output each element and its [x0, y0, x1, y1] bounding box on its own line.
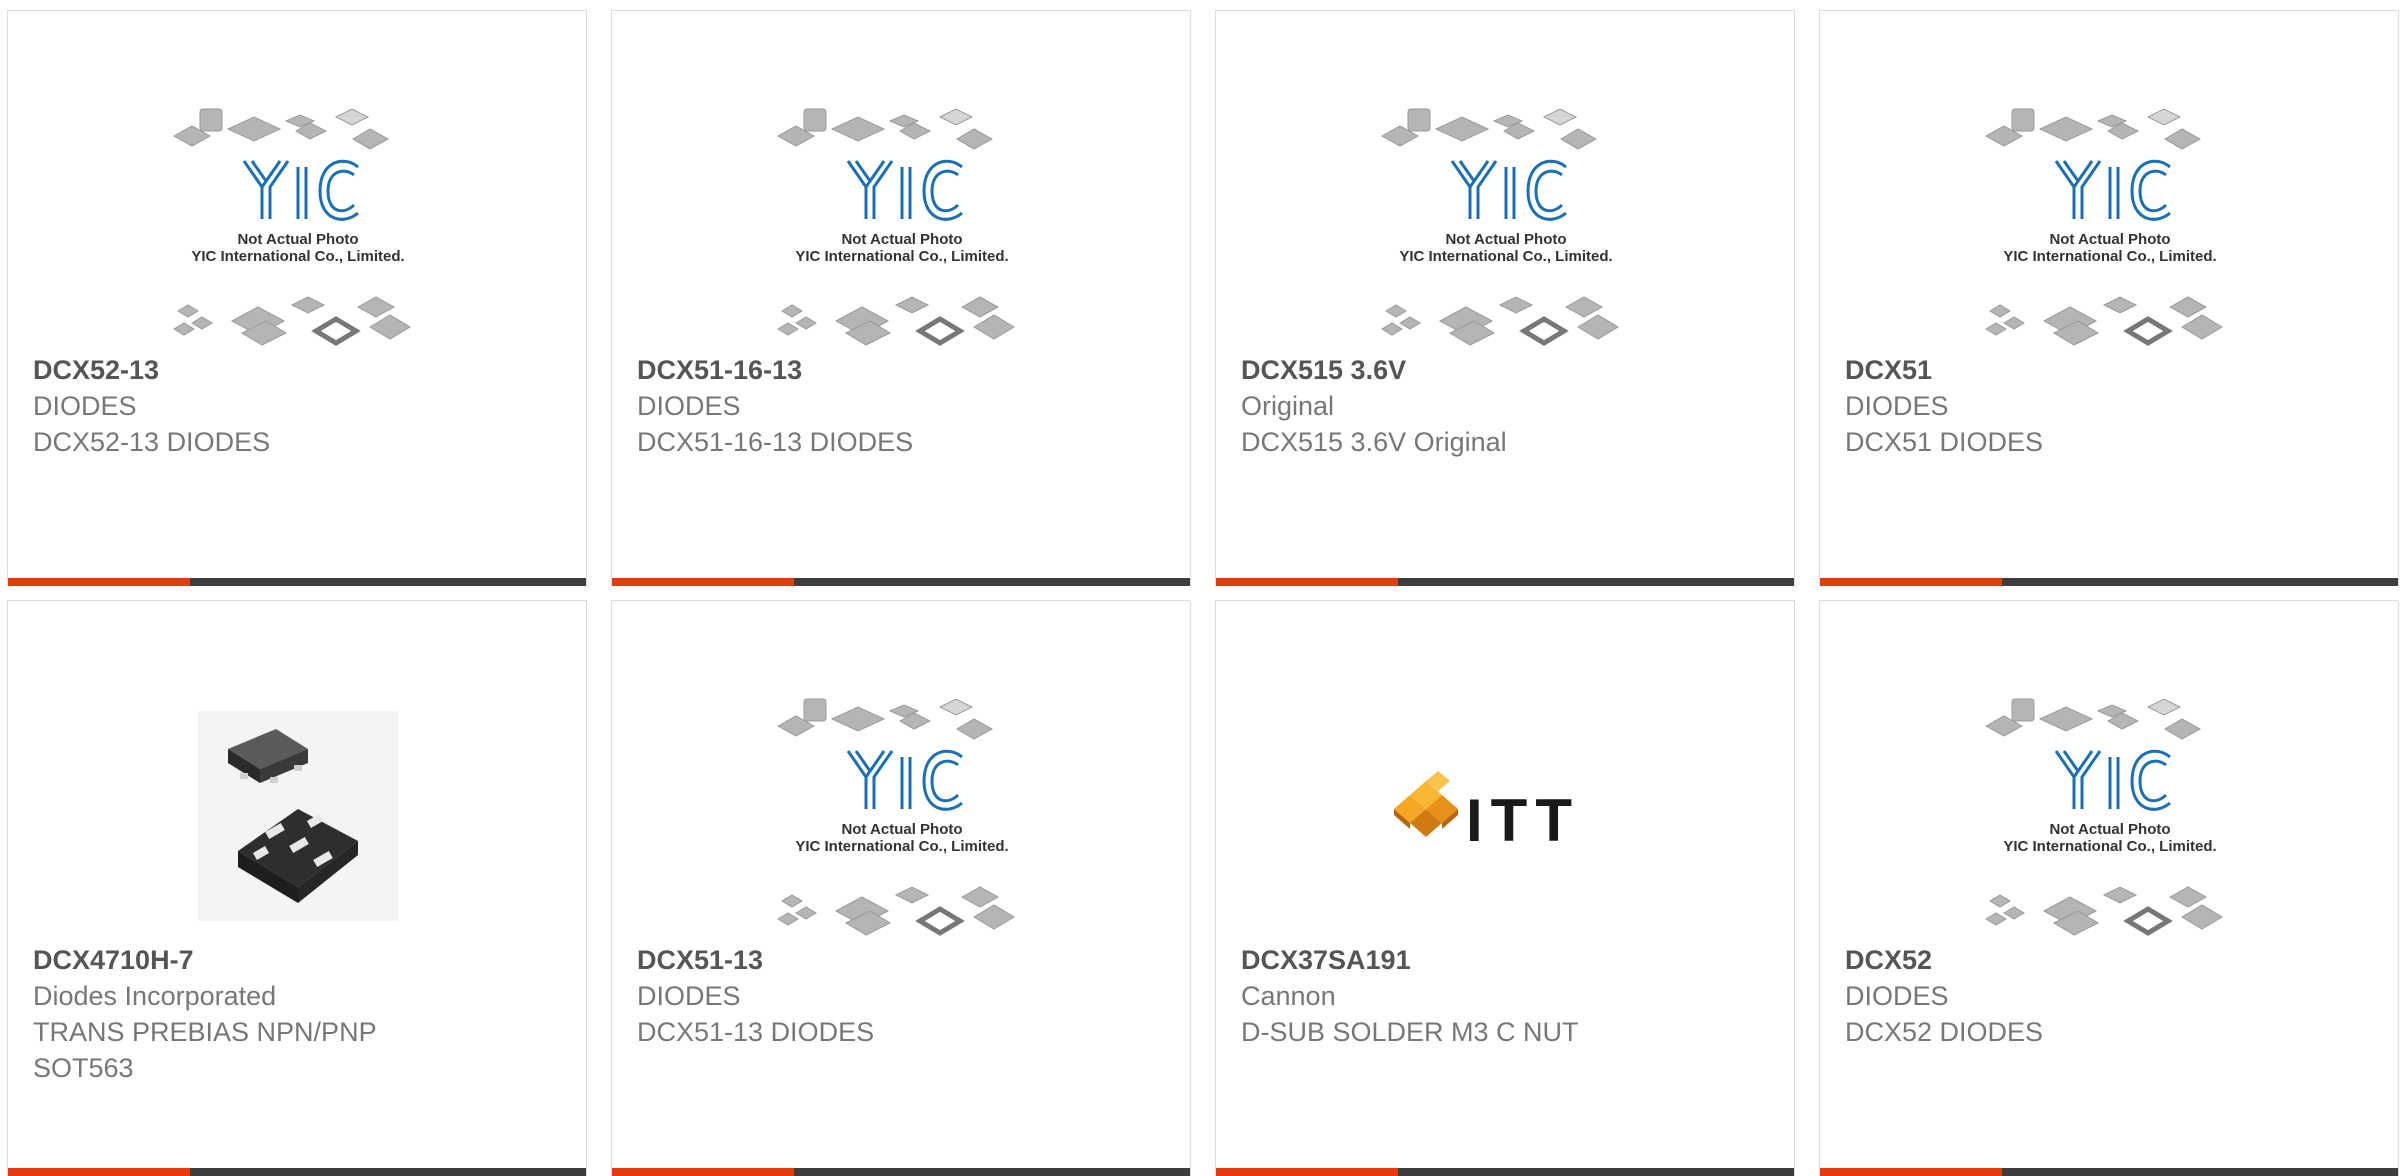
not-actual-photo-placeholder: Not Actual Photo YIC International Co., … [1984, 698, 2223, 936]
product-image[interactable]: Not Actual Photo YIC International Co., … [1366, 101, 1646, 351]
product-info: DCX52 DIODES DCX52 DIODES [1845, 942, 2365, 1050]
product-image[interactable]: Not Actual Photo YIC International Co., … [1970, 691, 2250, 941]
description: D-SUB SOLDER M3 C NUT [1241, 1017, 1579, 1047]
manufacturer: Original [1241, 391, 1335, 421]
product-card[interactable]: Not Actual Photo YIC International Co., … [7, 10, 587, 586]
not-actual-photo-label: Not Actual Photo [237, 231, 358, 248]
part-number-link[interactable]: DCX515 3.6V [1241, 352, 1761, 388]
product-image[interactable]: Not Actual Photo YIC International Co., … [762, 101, 1042, 351]
not-actual-photo-placeholder: Not Actual Photo YIC International Co., … [1380, 108, 1619, 346]
product-card[interactable]: Not Actual Photo YIC International Co., … [1819, 600, 2399, 1176]
description: DCX51 DIODES [1845, 427, 2044, 457]
yic-company-label: YIC International Co., Limited. [2003, 248, 2216, 265]
card-accent-bar [1820, 1168, 2002, 1176]
card-accent-bar [1216, 578, 1398, 586]
description: DCX51-16-13 DIODES [637, 427, 914, 457]
product-image[interactable]: Not Actual Photo YIC International Co., … [762, 691, 1042, 941]
product-card[interactable]: Not Actual Photo YIC International Co., … [1215, 10, 1795, 586]
card-bottom-bar [1820, 578, 2398, 586]
not-actual-photo-placeholder: Not Actual Photo YIC International Co., … [172, 108, 411, 346]
product-info: DCX51-16-13 DIODES DCX51-16-13 DIODES [637, 352, 1157, 460]
card-bottom-bar [1216, 1168, 1794, 1176]
part-number-link[interactable]: DCX51-13 [637, 942, 1157, 978]
itt-logo-icon: ITT [1394, 771, 1580, 854]
description: DCX51-13 DIODES [637, 1017, 875, 1047]
product-info: DCX515 3.6V Original DCX515 3.6V Original [1241, 352, 1761, 460]
part-number-link[interactable]: DCX37SA191 [1241, 942, 1761, 978]
product-info: DCX4710H-7 Diodes Incorporated TRANS PREBI… [33, 942, 553, 1086]
not-actual-photo-label: Not Actual Photo [2049, 821, 2170, 838]
description: TRANS PREBIAS NPN/PNP [33, 1017, 377, 1047]
not-actual-photo-placeholder: Not Actual Photo YIC International Co., … [1984, 108, 2223, 346]
card-accent-bar [612, 578, 794, 586]
card-accent-bar [1216, 1168, 1398, 1176]
part-number-link[interactable]: DCX4710H-7 [33, 942, 553, 978]
sot563-package-icon [198, 711, 398, 921]
product-card[interactable]: Not Actual Photo YIC International Co., … [611, 10, 1191, 586]
description: DCX52 DIODES [1845, 1017, 2044, 1047]
yic-company-label: YIC International Co., Limited. [1399, 248, 1612, 265]
part-number-link[interactable]: DCX51-16-13 [637, 352, 1157, 388]
not-actual-photo-placeholder: Not Actual Photo YIC International Co., … [776, 698, 1015, 936]
part-number-link[interactable]: DCX52-13 [33, 352, 553, 388]
product-image[interactable]: Not Actual Photo YIC International Co., … [1970, 101, 2250, 351]
card-accent-bar [612, 1168, 794, 1176]
product-info: DCX52-13 DIODES DCX52-13 DIODES [33, 352, 553, 460]
card-bottom-bar [1820, 1168, 2398, 1176]
card-accent-bar [8, 578, 190, 586]
not-actual-photo-placeholder: Not Actual Photo YIC International Co., … [776, 108, 1015, 346]
product-info: DCX37SA191 Cannon D-SUB SOLDER M3 C NUT [1241, 942, 1761, 1050]
product-image[interactable] [158, 691, 438, 941]
product-image[interactable]: Not Actual Photo YIC International Co., … [158, 101, 438, 351]
card-bottom-bar [1216, 578, 1794, 586]
product-info: DCX51 DIODES DCX51 DIODES [1845, 352, 2365, 460]
manufacturer: DIODES [637, 391, 741, 421]
package-info: SOT563 [33, 1053, 134, 1083]
not-actual-photo-label: Not Actual Photo [841, 821, 962, 838]
card-accent-bar [8, 1168, 190, 1176]
itt-logo-text: ITT [1466, 787, 1580, 854]
yic-company-label: YIC International Co., Limited. [2003, 838, 2216, 855]
manufacturer: DIODES [33, 391, 137, 421]
manufacturer: Cannon [1241, 981, 1336, 1011]
product-card[interactable]: Not Actual Photo YIC International Co., … [1819, 10, 2399, 586]
part-number-link[interactable]: DCX52 [1845, 942, 2365, 978]
card-bottom-bar [8, 578, 586, 586]
product-card[interactable]: ITT DCX37SA191 Cannon D-SUB SOLDER M3 C NU… [1215, 600, 1795, 1176]
not-actual-photo-label: Not Actual Photo [841, 231, 962, 248]
manufacturer: DIODES [637, 981, 741, 1011]
card-bottom-bar [612, 578, 1190, 586]
description: DCX52-13 DIODES [33, 427, 271, 457]
yic-company-label: YIC International Co., Limited. [191, 248, 404, 265]
part-number-link[interactable]: DCX51 [1845, 352, 2365, 388]
product-card[interactable]: DCX4710H-7 Diodes Incorporated TRANS PREBI… [7, 600, 587, 1176]
description: DCX515 3.6V Original [1241, 427, 1507, 457]
not-actual-photo-label: Not Actual Photo [1445, 231, 1566, 248]
product-info: DCX51-13 DIODES DCX51-13 DIODES [637, 942, 1157, 1050]
product-image[interactable]: ITT [1366, 691, 1646, 941]
yic-company-label: YIC International Co., Limited. [795, 838, 1008, 855]
card-bottom-bar [612, 1168, 1190, 1176]
manufacturer: Diodes Incorporated [33, 981, 277, 1011]
manufacturer: DIODES [1845, 391, 1949, 421]
card-bottom-bar [8, 1168, 586, 1176]
product-grid: Not Actual Photo YIC International Co., … [0, 0, 2400, 1176]
card-accent-bar [1820, 578, 2002, 586]
manufacturer: DIODES [1845, 981, 1949, 1011]
yic-company-label: YIC International Co., Limited. [795, 248, 1008, 265]
not-actual-photo-label: Not Actual Photo [2049, 231, 2170, 248]
product-card[interactable]: Not Actual Photo YIC International Co., … [611, 600, 1191, 1176]
